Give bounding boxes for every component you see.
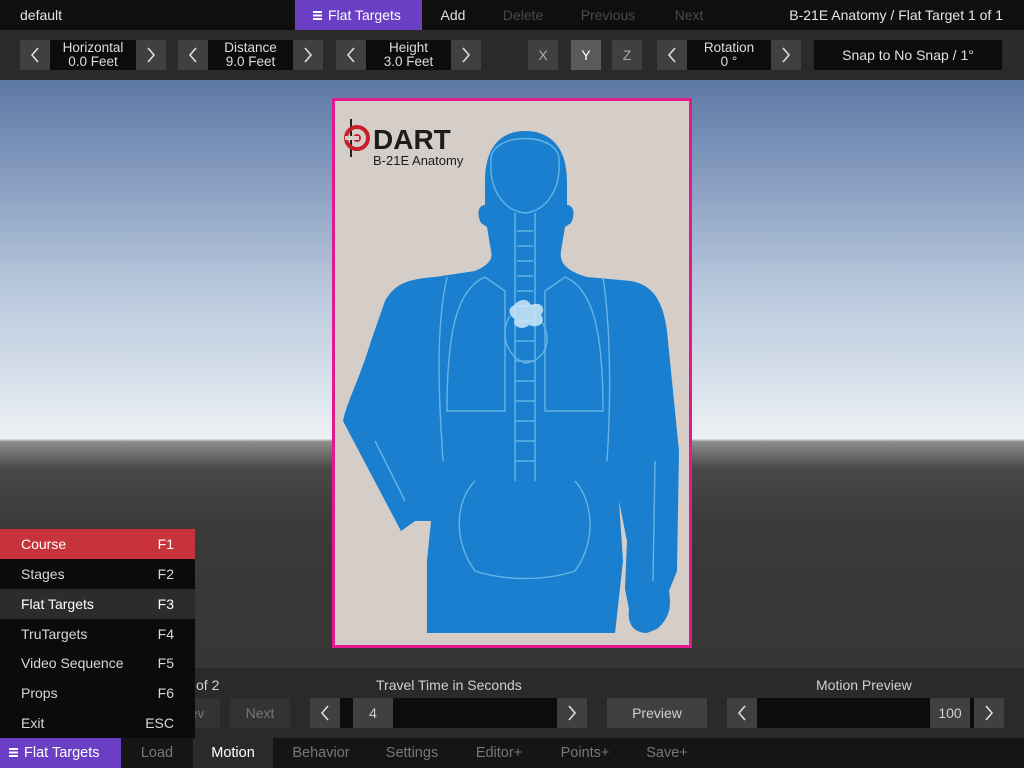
target-brand: DART bbox=[373, 124, 451, 155]
next-button[interactable]: Next bbox=[654, 0, 724, 30]
motion-preview-decrease-button[interactable] bbox=[727, 698, 757, 728]
menu-item-stages[interactable]: Stages F2 bbox=[0, 559, 195, 589]
chevron-right-icon bbox=[568, 705, 577, 721]
chevron-right-icon bbox=[147, 47, 156, 63]
flat-target[interactable]: DART B-21E Anatomy bbox=[332, 98, 692, 648]
top-bar: default Flat Targets Add Delete Previous… bbox=[0, 0, 1024, 30]
height-stepper: Height 3.0 Feet bbox=[336, 40, 481, 70]
preview-button[interactable]: Preview bbox=[607, 698, 707, 728]
hamburger-icon bbox=[313, 11, 322, 20]
height-decrease-button[interactable] bbox=[336, 40, 366, 70]
motion-preview-increase-button[interactable] bbox=[974, 698, 1004, 728]
travel-time-value[interactable]: 4 bbox=[353, 698, 393, 728]
distance-field[interactable]: Distance 9.0 Feet bbox=[208, 40, 293, 70]
target-image: DART B-21E Anatomy bbox=[343, 119, 679, 633]
flat-targets-menu-button[interactable]: Flat Targets bbox=[295, 0, 422, 30]
travel-time-decrease-button[interactable] bbox=[310, 698, 340, 728]
chevron-left-icon bbox=[346, 47, 355, 63]
page-indicator: of 2 bbox=[196, 677, 220, 693]
travel-time-increase-button[interactable] bbox=[557, 698, 587, 728]
distance-stepper: Distance 9.0 Feet bbox=[178, 40, 323, 70]
add-button[interactable]: Add bbox=[422, 0, 484, 30]
tab-save[interactable]: Save+ bbox=[627, 738, 707, 768]
horizontal-increase-button[interactable] bbox=[136, 40, 166, 70]
rotation-field[interactable]: Rotation 0 ° bbox=[687, 40, 771, 70]
tab-behavior[interactable]: Behavior bbox=[273, 738, 369, 768]
rotation-stepper: Rotation 0 ° bbox=[657, 40, 801, 70]
height-field[interactable]: Height 3.0 Feet bbox=[366, 40, 451, 70]
previous-button[interactable]: Previous bbox=[562, 0, 654, 30]
menu-item-trutargets[interactable]: TruTargets F4 bbox=[0, 619, 195, 649]
motion-preview-value[interactable]: 100 bbox=[930, 698, 970, 728]
delete-button[interactable]: Delete bbox=[484, 0, 562, 30]
tab-motion[interactable]: Motion bbox=[193, 738, 273, 768]
chevron-left-icon bbox=[667, 47, 676, 63]
tab-load[interactable]: Load bbox=[121, 738, 193, 768]
height-increase-button[interactable] bbox=[451, 40, 481, 70]
chevron-left-icon bbox=[737, 705, 746, 721]
chevron-right-icon bbox=[985, 705, 994, 721]
motion-preview-slider[interactable]: 100 bbox=[727, 698, 1004, 728]
menu-item-props[interactable]: Props F6 bbox=[0, 678, 195, 708]
chevron-right-icon bbox=[782, 47, 791, 63]
motion-preview-track[interactable]: 100 bbox=[757, 698, 974, 728]
chevron-left-icon bbox=[188, 47, 197, 63]
chevron-left-icon bbox=[320, 705, 329, 721]
tab-settings[interactable]: Settings bbox=[369, 738, 455, 768]
travel-time-label: Travel Time in Seconds bbox=[376, 677, 522, 693]
tab-points[interactable]: Points+ bbox=[543, 738, 627, 768]
horizontal-decrease-button[interactable] bbox=[20, 40, 50, 70]
axis-x-button[interactable]: X bbox=[528, 40, 558, 70]
distance-decrease-button[interactable] bbox=[178, 40, 208, 70]
menu-item-flat-targets[interactable]: Flat Targets F3 bbox=[0, 589, 195, 619]
travel-time-slider[interactable]: 4 bbox=[310, 698, 587, 728]
tab-flat-targets-menu[interactable]: Flat Targets bbox=[0, 738, 121, 768]
axis-y-button[interactable]: Y bbox=[571, 40, 601, 70]
travel-time-track[interactable]: 4 bbox=[340, 698, 557, 728]
rotation-decrease-button[interactable] bbox=[657, 40, 687, 70]
hamburger-icon bbox=[9, 748, 18, 757]
horizontal-stepper: Horizontal 0.0 Feet bbox=[20, 40, 166, 70]
chevron-right-icon bbox=[304, 47, 313, 63]
tab-editor[interactable]: Editor+ bbox=[455, 738, 543, 768]
rotation-increase-button[interactable] bbox=[771, 40, 801, 70]
silhouette bbox=[343, 131, 679, 633]
transform-controls-bar: Horizontal 0.0 Feet Distance 9.0 Feet Heig… bbox=[0, 30, 1024, 80]
next-button[interactable]: Next bbox=[230, 698, 290, 728]
snap-selector[interactable]: Snap to No Snap / 1° bbox=[814, 40, 1002, 70]
chevron-left-icon bbox=[30, 47, 39, 63]
distance-increase-button[interactable] bbox=[293, 40, 323, 70]
axis-z-button[interactable]: Z bbox=[612, 40, 642, 70]
bottom-tab-bar: Flat Targets Load Motion Behavior Settin… bbox=[0, 738, 1024, 768]
main-menu-popup: Course F1 Stages F2 Flat Targets F3 TruTarg… bbox=[0, 529, 195, 738]
menu-item-video-sequence[interactable]: Video Sequence F5 bbox=[0, 648, 195, 678]
dart-logo-icon bbox=[344, 119, 370, 157]
target-model: B-21E Anatomy bbox=[373, 153, 464, 168]
top-menu: Flat Targets Add Delete Previous Next bbox=[295, 0, 724, 30]
horizontal-field[interactable]: Horizontal 0.0 Feet bbox=[50, 40, 136, 70]
menu-item-exit[interactable]: Exit ESC bbox=[0, 708, 195, 738]
menu-item-course[interactable]: Course F1 bbox=[0, 529, 195, 559]
chevron-right-icon bbox=[462, 47, 471, 63]
motion-preview-label: Motion Preview bbox=[816, 677, 912, 693]
document-name: default bbox=[20, 7, 63, 23]
breadcrumb: B-21E Anatomy / Flat Target 1 of 1 bbox=[789, 7, 1003, 23]
